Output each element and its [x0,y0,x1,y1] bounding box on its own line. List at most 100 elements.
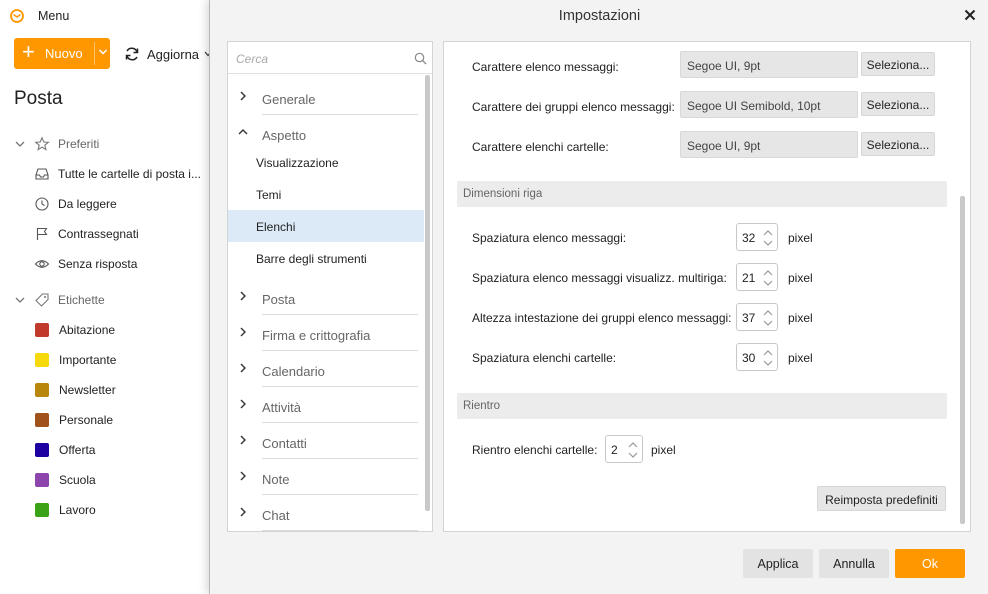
nav-item-unread[interactable]: Da leggere [34,189,210,219]
nav-item-label: Newsletter [59,383,116,397]
nav-item-tag-scuola[interactable]: Scuola [34,465,210,495]
stepper-arrows-icon[interactable] [761,226,775,250]
unit-label: pixel [651,443,676,457]
font-value-field: Segoe UI, 9pt [680,51,858,78]
stepper-value: 30 [742,351,756,365]
tree-sub-label: Barre degli strumenti [256,252,367,266]
tree-group-posta[interactable]: Posta [228,279,420,315]
inbox-icon [35,168,49,180]
spacing-stepper[interactable]: 37 [736,303,778,331]
tree-group-firma[interactable]: Firma e crittografia [228,315,420,351]
tree-sub-visualizzazione[interactable]: Visualizzazione [228,146,424,178]
nav-item-label: Tutte le cartelle di posta i... [58,167,201,181]
settings-content-panel: Carattere elenco messaggi: Segoe UI, 9pt… [443,41,971,532]
app-logo-icon [10,9,24,23]
font-row-label: Carattere elenchi cartelle: [472,140,609,154]
chevron-right-icon [240,291,246,301]
tree-scrollbar[interactable] [425,75,430,511]
search-input[interactable]: Cerca [228,42,432,74]
nav-item-label: Senza risposta [58,257,138,271]
stepper-value: 21 [742,271,756,285]
tree-group-calendario[interactable]: Calendario [228,351,420,387]
chevron-down-icon [15,297,25,303]
tag-icon [35,293,49,307]
select-font-button[interactable]: Seleziona... [861,52,935,76]
refresh-button[interactable]: Aggiorna [124,44,199,64]
close-icon[interactable] [963,8,977,22]
tag-color-swatch [35,353,49,367]
spacing-row-label: Spaziatura elenco messaggi visualizz. mu… [472,271,727,285]
spacing-stepper[interactable]: 21 [736,263,778,291]
tag-color-swatch [35,413,49,427]
nav-item-tag-abitazione[interactable]: Abitazione [34,315,210,345]
spacing-stepper[interactable]: 32 [736,223,778,251]
tree-group-label: Calendario [262,364,325,379]
mail-app-pane: Menu + Nuovo Aggiorna Posta Preferiti Tu… [0,0,212,594]
stepper-value: 2 [611,443,618,457]
cancel-button[interactable]: Annulla [819,549,889,578]
nav-item-tag-importante[interactable]: Importante [34,345,210,375]
nav-item-tag-offerta[interactable]: Offerta [34,435,210,465]
section-preferiti[interactable]: Preferiti [14,129,210,159]
nav-item-tag-newsletter[interactable]: Newsletter [34,375,210,405]
new-button-divider [94,42,95,65]
stepper-arrows-icon[interactable] [761,266,775,290]
chevron-down-icon[interactable] [98,45,108,59]
section-etichette[interactable]: Etichette [14,285,210,315]
new-button[interactable]: + Nuovo [14,38,110,69]
tree-group-label: Posta [262,292,296,307]
app-topbar: Menu [0,0,210,32]
chevron-right-icon [240,435,246,445]
content-scrollbar[interactable] [960,196,965,524]
chevron-right-icon [240,327,246,337]
chevron-right-icon [240,91,246,101]
nav-item-unanswered[interactable]: Senza risposta [34,249,210,279]
select-font-button[interactable]: Seleziona... [861,132,935,156]
search-placeholder: Cerca [236,52,269,66]
nav-item-label: Offerta [59,443,96,457]
tag-color-swatch [35,503,49,517]
tree-group-note[interactable]: Note [228,459,420,495]
nav-item-flagged[interactable]: Contrassegnati [34,219,210,249]
search-icon [414,52,427,65]
nav-item-tag-personale[interactable]: Personale [34,405,210,435]
tree-sub-barre-strumenti[interactable]: Barre degli strumenti [228,242,424,274]
section-header-indent: Rientro [457,393,947,419]
indent-stepper[interactable]: 2 [605,435,643,463]
app-toolbar: + Nuovo Aggiorna [0,38,212,70]
stepper-arrows-icon[interactable] [761,306,775,330]
eye-icon [34,260,50,268]
font-value-field: Segoe UI, 9pt [680,131,858,158]
tree-group-chat[interactable]: Chat [228,495,420,531]
nav-item-all-folders[interactable]: Tutte le cartelle di posta i... [34,159,210,189]
apply-button[interactable]: Applica [743,549,813,578]
tree-sub-temi[interactable]: Temi [228,178,424,210]
tree-group-contatti[interactable]: Contatti [228,423,420,459]
stepper-arrows-icon[interactable] [626,438,640,462]
tree-group-attivita[interactable]: Attività [228,387,420,423]
stepper-arrows-icon[interactable] [761,346,775,370]
nav-item-label: Lavoro [59,503,96,517]
settings-tree-panel: Cerca Generale Aspetto Visualizzazione T… [227,41,433,532]
tag-color-swatch [35,443,49,457]
tree-sub-label: Elenchi [256,220,296,234]
chevron-up-icon [238,129,248,135]
chevron-right-icon [240,507,246,517]
ok-button[interactable]: Ok [895,549,965,578]
tree-group-label: Firma e crittografia [262,328,371,343]
reset-defaults-button[interactable]: Reimposta predefiniti [817,486,946,511]
stepper-value: 32 [742,231,756,245]
page-title: Posta [14,88,63,109]
unit-label: pixel [788,311,813,325]
menu-button[interactable]: Menu [38,9,69,23]
chevron-down-icon [15,141,25,147]
select-font-button[interactable]: Seleziona... [861,92,935,116]
spacing-row-label: Spaziatura elenco messaggi: [472,231,627,245]
tag-color-swatch [35,323,49,337]
nav-item-tag-lavoro[interactable]: Lavoro [34,495,210,525]
nav-item-label: Da leggere [58,197,117,211]
tree-sub-elenchi[interactable]: Elenchi [228,210,424,242]
settings-dialog: Impostazioni Cerca Generale Aspetto Visu… [209,0,988,594]
tree-group-generale[interactable]: Generale [228,79,420,115]
spacing-stepper[interactable]: 30 [736,343,778,371]
